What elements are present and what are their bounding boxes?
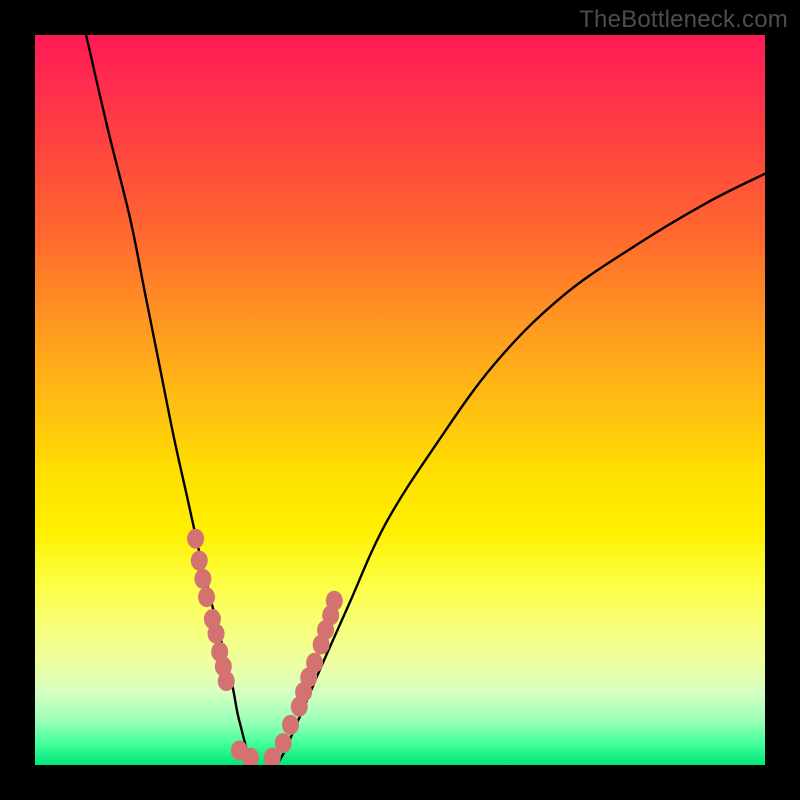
bottleneck-curve [86, 35, 765, 765]
marker-dot [275, 733, 292, 753]
marker-dot [306, 653, 323, 673]
marker-dot [208, 624, 225, 644]
marker-dot [187, 529, 204, 549]
marker-dot [326, 591, 343, 611]
marker-dot [194, 569, 211, 589]
marker-dot [191, 551, 208, 571]
chart-frame: TheBottleneck.com [0, 0, 800, 800]
marker-cluster [187, 529, 343, 765]
marker-dot [218, 671, 235, 691]
marker-dot [282, 715, 299, 735]
chart-svg [35, 35, 765, 765]
marker-dot [198, 587, 215, 607]
plot-area [35, 35, 765, 765]
watermark-text: TheBottleneck.com [579, 6, 788, 34]
